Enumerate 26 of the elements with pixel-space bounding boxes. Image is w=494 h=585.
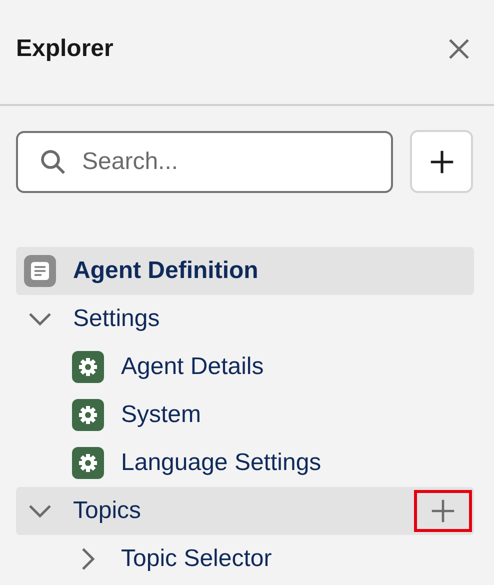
close-icon <box>448 38 470 60</box>
tree-item-label: Agent Definition <box>73 257 260 285</box>
close-button[interactable] <box>448 38 470 60</box>
tree-row[interactable]: Topic Selector <box>16 535 474 583</box>
tree-row[interactable]: System <box>16 391 474 439</box>
gear-icon <box>72 351 104 383</box>
tree-item-label: Agent Details <box>121 353 265 381</box>
tree-row[interactable]: Topics <box>16 487 474 535</box>
tree-item-label: Topic Selector <box>121 545 273 573</box>
tree-item-label: Language Settings <box>121 449 322 477</box>
plus-icon <box>430 498 456 524</box>
tree-row[interactable]: Settings <box>16 295 474 343</box>
tree-row[interactable]: Agent Definition <box>16 247 474 295</box>
gear-icon <box>72 399 104 431</box>
tree-item-label: System <box>121 401 202 429</box>
document-icon <box>24 255 56 287</box>
add-button[interactable] <box>410 130 473 193</box>
add-topic-button[interactable] <box>414 490 472 532</box>
tree-item-label: Settings <box>73 305 161 333</box>
tree-item-label: Topics <box>73 497 142 525</box>
tree-row[interactable]: Language Settings <box>16 439 474 487</box>
tree-row[interactable]: Agent Details <box>16 343 474 391</box>
plus-icon <box>428 148 454 174</box>
gear-icon <box>72 447 104 479</box>
panel-title: Explorer <box>16 35 114 63</box>
search-field[interactable]: Search... <box>16 130 393 192</box>
